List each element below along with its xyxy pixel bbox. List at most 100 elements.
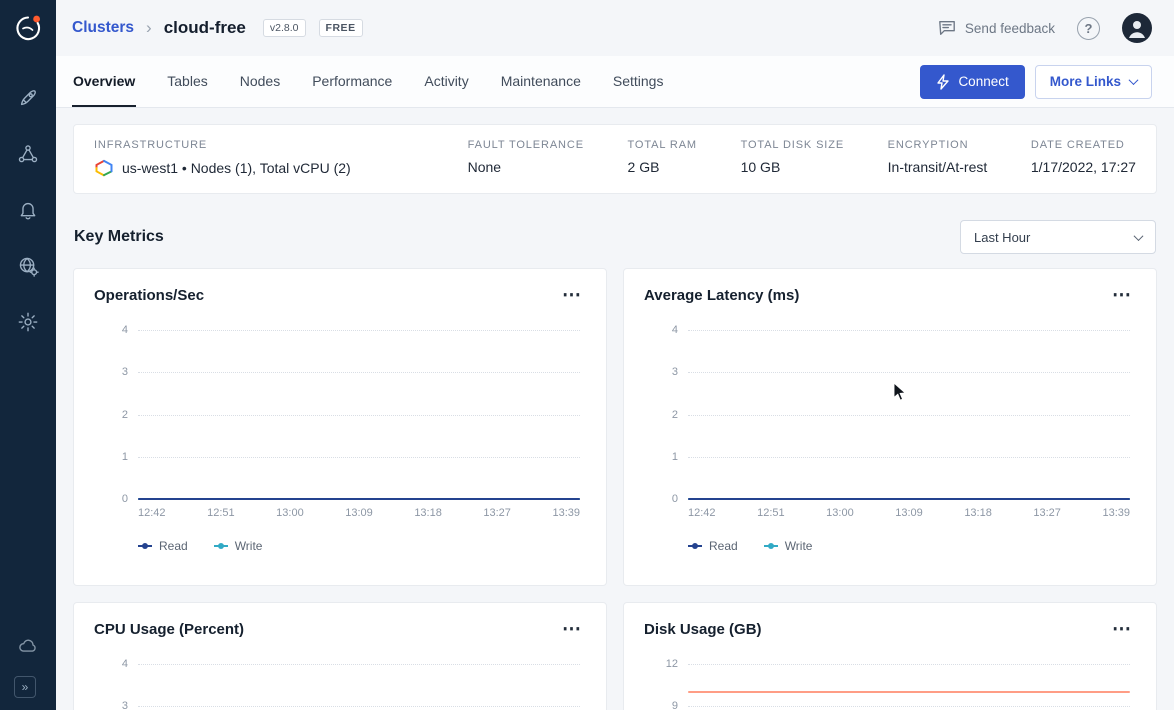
tab-settings[interactable]: Settings — [612, 56, 665, 107]
legend-label: Write — [235, 539, 263, 553]
send-feedback-label: Send feedback — [965, 21, 1055, 36]
more-links-button[interactable]: More Links — [1035, 65, 1152, 99]
help-icon: ? — [1085, 21, 1093, 36]
tab-actions: Connect More Links — [920, 56, 1152, 107]
gridline — [138, 457, 580, 458]
key-metrics-header: Key Metrics Last Hour — [74, 220, 1156, 254]
tab-maintenance[interactable]: Maintenance — [500, 56, 582, 107]
sidebar-item-getting-started[interactable] — [0, 70, 56, 126]
chevron-down-icon — [1134, 231, 1144, 241]
x-tick-label: 13:00 — [276, 507, 304, 519]
send-feedback-button[interactable]: Send feedback — [937, 19, 1055, 37]
gridline — [688, 330, 1130, 331]
legend-marker-icon — [764, 545, 778, 547]
sidebar-item-alerts[interactable] — [0, 182, 56, 238]
y-tick-label: 2 — [98, 409, 128, 421]
info-label: DATE CREATED — [1031, 139, 1136, 151]
breadcrumb-clusters-link[interactable]: Clusters — [72, 19, 134, 37]
chart-title: Operations/Sec — [94, 287, 204, 304]
chart-plot-area: 01234 — [138, 664, 580, 710]
main-column: Clusters › cloud-free v2.8.0 FREE Send f… — [56, 0, 1174, 710]
product-logo[interactable] — [12, 12, 44, 44]
x-tick-label: 12:51 — [757, 507, 785, 519]
chart-title: Average Latency (ms) — [644, 287, 799, 304]
legend-item[interactable]: Write — [214, 539, 263, 553]
y-tick-label: 12 — [648, 658, 678, 670]
x-tick-label: 12:51 — [207, 507, 235, 519]
legend-label: Read — [709, 539, 738, 553]
chart-menu-button[interactable]: ⋯ — [558, 622, 586, 638]
info-value: 10 GB — [741, 159, 844, 175]
info-label: ENCRYPTION — [888, 139, 988, 151]
tab-nodes[interactable]: Nodes — [239, 56, 281, 107]
info-total-ram: TOTAL RAM 2 GB — [628, 139, 697, 177]
cluster-name: cloud-free — [164, 18, 246, 38]
gridline — [688, 664, 1130, 665]
cluster-info-panel: INFRASTRUCTURE us-west1 • Nodes (1), Tot… — [73, 124, 1157, 194]
chart-x-axis: 12:4212:5113:0013:0913:1813:2713:39 — [138, 507, 580, 519]
sidebar-bottom: » — [0, 628, 56, 710]
bolt-icon — [936, 74, 950, 90]
info-label: INFRASTRUCTURE — [94, 139, 424, 151]
tab-performance[interactable]: Performance — [311, 56, 393, 107]
connect-label: Connect — [958, 74, 1008, 89]
chart-plot-area: 01234 — [138, 330, 580, 500]
top-header: Clusters › cloud-free v2.8.0 FREE Send f… — [56, 0, 1174, 56]
x-tick-label: 13:09 — [895, 507, 923, 519]
tab-tables[interactable]: Tables — [166, 56, 208, 107]
tab-activity[interactable]: Activity — [423, 56, 469, 107]
x-tick-label: 12:42 — [688, 507, 716, 519]
info-infrastructure: INFRASTRUCTURE us-west1 • Nodes (1), Tot… — [94, 139, 424, 177]
chart-menu-button[interactable]: ⋯ — [1108, 622, 1136, 638]
sidebar-item-settings[interactable] — [0, 294, 56, 350]
x-tick-label: 13:18 — [414, 507, 442, 519]
user-menu-button[interactable] — [1122, 13, 1152, 43]
info-value: 2 GB — [628, 159, 697, 175]
info-total-disk: TOTAL DISK SIZE 10 GB — [741, 139, 844, 177]
legend-item[interactable]: Write — [764, 539, 813, 553]
chart-menu-button[interactable]: ⋯ — [558, 288, 586, 304]
gear-icon — [17, 311, 39, 333]
x-tick-label: 12:42 — [138, 507, 166, 519]
legend-marker-icon — [688, 545, 702, 547]
sidebar-item-network-access[interactable] — [0, 238, 56, 294]
y-tick-label: 4 — [648, 324, 678, 336]
connect-button[interactable]: Connect — [920, 65, 1024, 99]
y-tick-label: 2 — [648, 409, 678, 421]
legend-item[interactable]: Read — [688, 539, 738, 553]
y-tick-label: 4 — [98, 658, 128, 670]
legend-dot-icon — [692, 543, 698, 549]
tab-overview[interactable]: Overview — [72, 56, 136, 107]
y-tick-label: 1 — [648, 451, 678, 463]
gridline — [688, 372, 1130, 373]
legend-dot-icon — [768, 543, 774, 549]
chart-card-latency: Average Latency (ms) ⋯ 01234 12:4212:511… — [623, 268, 1157, 586]
sidebar-item-clusters[interactable] — [0, 126, 56, 182]
legend-item[interactable]: Read — [138, 539, 188, 553]
chart-title: CPU Usage (Percent) — [94, 621, 244, 638]
x-tick-label: 13:39 — [1102, 507, 1130, 519]
info-encryption: ENCRYPTION In-transit/At-rest — [888, 139, 988, 177]
help-button[interactable]: ? — [1077, 17, 1100, 40]
info-value: In-transit/At-rest — [888, 159, 988, 175]
x-tick-label: 13:00 — [826, 507, 854, 519]
header-actions: Send feedback ? — [937, 13, 1152, 43]
avatar — [1122, 13, 1152, 43]
gridline — [138, 664, 580, 665]
y-tick-label: 9 — [648, 700, 678, 710]
plan-badge: FREE — [319, 19, 363, 37]
sidebar-item-cloud[interactable] — [0, 628, 56, 664]
time-range-select[interactable]: Last Hour — [960, 220, 1156, 254]
time-range-value: Last Hour — [974, 230, 1030, 245]
series-line-read — [688, 498, 1130, 500]
gridline — [138, 372, 580, 373]
legend-label: Write — [785, 539, 813, 553]
expand-sidebar-button[interactable]: » — [14, 676, 36, 698]
chart-menu-button[interactable]: ⋯ — [1108, 288, 1136, 304]
y-tick-label: 0 — [98, 493, 128, 505]
y-tick-label: 3 — [98, 366, 128, 378]
y-tick-label: 3 — [648, 366, 678, 378]
chart-plot-area: 036912 — [688, 664, 1130, 710]
logo-icon — [12, 12, 44, 44]
info-fault-tolerance: FAULT TOLERANCE None — [468, 139, 584, 177]
